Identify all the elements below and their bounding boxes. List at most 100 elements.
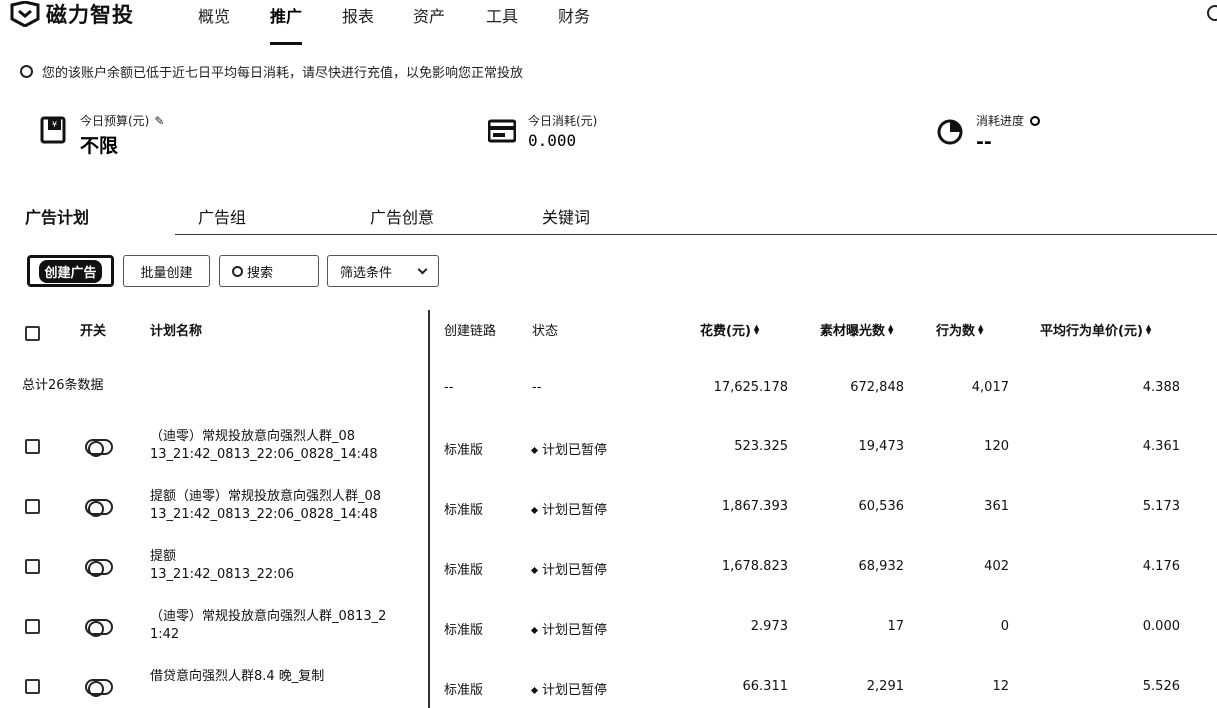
stat-spend: 今日消耗(元) 0.000 — [488, 112, 597, 150]
logo[interactable]: 磁力智投 — [8, 0, 134, 28]
tab-ad-group[interactable]: 广告组 — [198, 204, 246, 228]
row-plan-name[interactable]: （迪零）常规投放意向强烈人群_08 13_21:42_0813_22:06_082… — [150, 428, 400, 464]
chevron-down-icon — [417, 264, 428, 274]
row-chain: 标准版 — [444, 683, 484, 698]
header-impressions[interactable]: 素材曝光数 ▲ ▼ — [820, 320, 893, 339]
nav-active-indicator — [270, 42, 302, 45]
row-cost: 1,867.393 — [721, 499, 788, 514]
create-ad-button[interactable]: 创建广告 — [27, 255, 114, 287]
top-nav: 磁力智投 概览 推广 报表 资产 工具 财务 — [0, 0, 1217, 46]
status-text: 计划已暂停 — [542, 443, 608, 458]
plan-name-line-1: 借贷意向强烈人群8.4 晚_复制 — [150, 669, 325, 684]
status-text: 计划已暂停 — [542, 623, 608, 638]
nav-item-reports[interactable]: 报表 — [342, 3, 374, 27]
row-plan-name[interactable]: 借贷意向强烈人群8.4 晚_复制 — [150, 668, 400, 686]
row-chain: 标准版 — [444, 443, 484, 458]
row-status: 计划已暂停 — [530, 559, 608, 578]
search-input[interactable]: 搜索 — [219, 255, 319, 287]
row-cost: 1,678.823 — [721, 559, 788, 574]
row-chain: 标准版 — [444, 503, 484, 518]
row-switch-toggle[interactable] — [85, 559, 113, 577]
total-label: 总计26条数据 — [22, 378, 104, 393]
content-tabs: 广告计划 广告组 广告创意 关键词 — [0, 196, 1217, 236]
status-dot-icon — [530, 686, 539, 695]
status-text: 计划已暂停 — [542, 503, 608, 518]
frozen-column-divider — [428, 310, 430, 708]
row-plan-name[interactable]: 提额 13_21:42_0813_22:06 — [150, 548, 400, 584]
nav-item-overview[interactable]: 概览 — [198, 3, 230, 27]
row-actions: 361 — [984, 499, 1009, 514]
row-switch-toggle[interactable] — [85, 439, 113, 457]
nav-item-assets[interactable]: 资产 — [413, 3, 445, 27]
total-impressions: 672,848 — [850, 380, 904, 395]
nav-item-finance[interactable]: 财务 — [558, 3, 590, 27]
stat-budget: ¥ 今日预算(元) ✎ 不限 — [40, 112, 164, 158]
row-plan-name[interactable]: 提额（迪零）常规投放意向强烈人群_08 13_21:42_0813_22:06_0… — [150, 488, 400, 524]
help-icon[interactable] — [1207, 5, 1217, 21]
header-cost[interactable]: 花费(元) ▲ ▼ — [700, 320, 759, 339]
row-actions: 12 — [992, 679, 1009, 694]
status-text: 计划已暂停 — [542, 683, 608, 698]
filter-label: 筛选条件 — [340, 265, 393, 281]
row-chain: 标准版 — [444, 623, 484, 638]
row-checkbox[interactable] — [25, 439, 40, 454]
tabs-baseline — [175, 234, 1217, 235]
header-avg-price[interactable]: 平均行为单价(元) ▲ ▼ — [1040, 320, 1151, 339]
row-actions: 402 — [984, 559, 1009, 574]
svg-text:¥: ¥ — [52, 120, 57, 129]
row-switch-toggle[interactable] — [85, 499, 113, 517]
plan-name-line-2: 13_21:42_0813_22:06 — [150, 567, 295, 582]
status-dot-icon — [530, 626, 539, 635]
nav-item-tools[interactable]: 工具 — [486, 3, 518, 27]
tab-ad-plan[interactable]: 广告计划 — [25, 204, 89, 228]
total-cost: 17,625.178 — [713, 380, 788, 395]
header-actions[interactable]: 行为数 ▲ ▼ — [936, 320, 983, 339]
status-text: 计划已暂停 — [542, 563, 608, 578]
header-plan-name: 计划名称 — [150, 324, 203, 339]
progress-info-icon[interactable] — [1030, 115, 1041, 126]
total-status: -- — [532, 380, 542, 395]
sort-icon: ▲ ▼ — [1145, 322, 1152, 336]
row-impressions: 17 — [887, 619, 904, 634]
pencil-icon[interactable]: ✎ — [154, 114, 164, 128]
brand-name: 磁力智投 — [46, 3, 134, 27]
select-all-checkbox[interactable] — [25, 326, 40, 341]
row-impressions: 2,291 — [866, 679, 904, 694]
row-cost: 66.311 — [742, 679, 789, 694]
plan-name-line-2: 1:42 — [150, 627, 180, 642]
tab-keywords[interactable]: 关键词 — [542, 204, 590, 228]
balance-notice: 您的该账户余额已低于近七日平均每日消耗，请尽快进行充值，以免影响您正常投放 — [20, 62, 523, 81]
row-switch-toggle[interactable] — [85, 679, 113, 697]
stat-progress: 消耗进度 -- — [936, 112, 1041, 153]
row-plan-name[interactable]: （迪零）常规投放意向强烈人群_0813_2 1:42 — [150, 608, 400, 644]
total-chain: -- — [444, 380, 454, 395]
row-checkbox[interactable] — [25, 559, 40, 574]
wallet-icon — [488, 119, 516, 143]
notice-text: 您的该账户余额已低于近七日平均每日消耗，请尽快进行充值，以免影响您正常投放 — [42, 66, 524, 81]
status-dot-icon — [530, 506, 539, 515]
status-dot-icon — [530, 446, 539, 455]
batch-create-button[interactable]: 批量创建 — [123, 255, 210, 287]
row-impressions: 60,536 — [858, 499, 905, 514]
total-avg-price: 4.388 — [1142, 380, 1180, 395]
nav-item-promotion[interactable]: 推广 — [270, 3, 302, 27]
row-cost: 2.973 — [750, 619, 788, 634]
row-status: 计划已暂停 — [530, 679, 608, 698]
header-status: 状态 — [532, 324, 559, 339]
row-avg-price: 5.526 — [1142, 679, 1180, 694]
row-actions: 120 — [984, 439, 1009, 454]
status-dot-icon — [530, 566, 539, 575]
row-checkbox[interactable] — [25, 679, 40, 694]
pie-chart-icon — [937, 119, 963, 145]
row-switch-toggle[interactable] — [85, 619, 113, 637]
row-status: 计划已暂停 — [530, 439, 608, 458]
row-checkbox[interactable] — [25, 499, 40, 514]
tab-ad-creative[interactable]: 广告创意 — [370, 204, 434, 228]
row-chain: 标准版 — [444, 563, 484, 578]
logo-mark-icon — [10, 1, 40, 27]
spend-label: 今日消耗(元) — [528, 114, 598, 128]
row-avg-price: 4.176 — [1142, 559, 1180, 574]
filter-dropdown[interactable]: 筛选条件 — [327, 255, 439, 287]
row-avg-price: 5.173 — [1142, 499, 1180, 514]
row-checkbox[interactable] — [25, 619, 40, 634]
